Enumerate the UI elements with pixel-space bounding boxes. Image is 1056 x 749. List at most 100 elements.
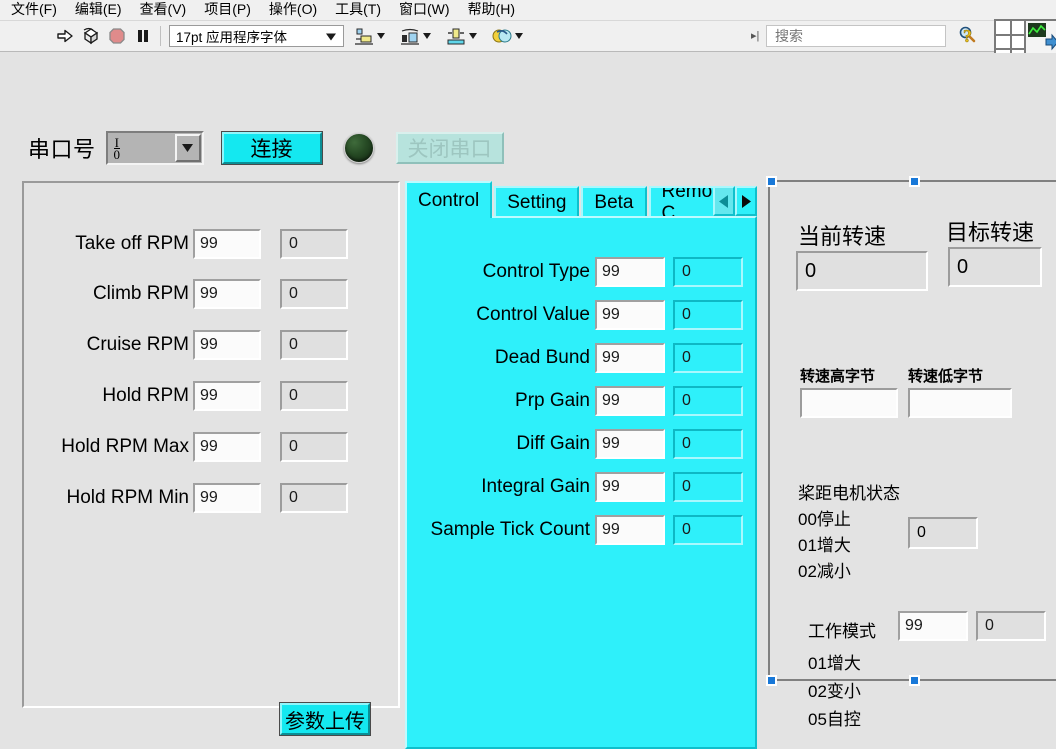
rpm-low-byte-indicator [908, 388, 1012, 418]
menu-file[interactable]: 文件(F) [2, 0, 66, 20]
row-sample-tick-count: Sample Tick Count 99 0 [413, 515, 743, 545]
label-control-type: Control Type [482, 261, 590, 282]
menu-project[interactable]: 项目(P) [195, 0, 260, 20]
current-rpm-indicator: 0 [796, 251, 928, 291]
serial-port-dropdown-button[interactable] [174, 134, 201, 162]
resize-dropdown-arrow-icon[interactable] [468, 25, 477, 47]
work-mode-indicator: 0 [976, 611, 1046, 641]
tab-next-arrow-icon[interactable] [735, 186, 757, 216]
distribute-objects-icon[interactable] [398, 24, 422, 48]
tab-beta-page[interactable]: Beta [581, 186, 647, 218]
pitch-motor-option-increase: 01增大 [798, 536, 851, 555]
work-mode-label: 工作模式 [808, 622, 876, 641]
input-cruise-rpm[interactable]: 99 [193, 330, 261, 360]
reorder-objects-icon[interactable] [490, 24, 514, 48]
menu-operate[interactable]: 操作(O) [260, 0, 326, 20]
input-prp-gain[interactable]: 99 [595, 386, 665, 416]
label-hold-rpm-max: Hold RPM Max [61, 436, 189, 457]
selection-handle-top-center[interactable] [909, 176, 920, 187]
label-take-off-rpm: Take off RPM [75, 233, 189, 254]
selection-handle-bottom-left[interactable] [766, 675, 777, 686]
menu-help[interactable]: 帮助(H) [459, 0, 524, 20]
menu-window[interactable]: 窗口(W) [390, 0, 459, 20]
font-selector[interactable]: 17pt 应用程序字体 [169, 25, 344, 47]
selection-edge-left [768, 180, 770, 680]
tab-page-control: Control Type 99 0 Control Value 99 0 Dea… [405, 216, 757, 749]
input-dead-bund[interactable]: 99 [595, 343, 665, 373]
indicator-control-value: 0 [673, 300, 743, 330]
input-hold-rpm[interactable]: 99 [193, 381, 261, 411]
input-take-off-rpm[interactable]: 99 [193, 229, 261, 259]
indicator-cruise-rpm: 0 [280, 330, 348, 360]
search-expander-icon[interactable]: ▸| [751, 29, 759, 42]
pitch-motor-option-decrease: 02减小 [798, 562, 851, 581]
target-rpm-label: 目标转速 [946, 220, 1035, 245]
menu-bar: 文件(F) 编辑(E) 查看(V) 项目(P) 操作(O) 工具(T) 窗口(W… [0, 0, 1056, 21]
connection-led[interactable] [343, 133, 374, 163]
io-refnum-glyph-icon: I0 [113, 134, 121, 162]
menu-tools[interactable]: 工具(T) [326, 0, 390, 20]
indicator-climb-rpm: 0 [280, 279, 348, 309]
input-hold-rpm-min[interactable]: 99 [193, 483, 261, 513]
tab-setting-page[interactable]: Setting [494, 186, 580, 218]
abort-execution-icon[interactable] [105, 24, 129, 48]
label-dead-bund: Dead Bund [494, 347, 590, 368]
input-integral-gain[interactable]: 99 [595, 472, 665, 502]
close-serial-button-label: 关闭串口 [407, 138, 492, 161]
search-input[interactable] [767, 27, 958, 45]
tab-control-label: Control [418, 189, 480, 211]
input-climb-rpm[interactable]: 99 [193, 279, 261, 309]
indicator-sample-tick-count: 0 [673, 515, 743, 545]
selection-handle-bottom-center[interactable] [909, 675, 920, 686]
rpm-high-byte-label: 转速高字节 [800, 368, 876, 385]
selection-handle-top-left[interactable] [766, 176, 777, 187]
pitch-motor-status-indicator: 0 [908, 517, 978, 549]
run-arrow-icon[interactable] [53, 24, 77, 48]
work-mode-input[interactable]: 99 [898, 611, 968, 641]
svg-text:?: ? [963, 26, 972, 46]
indicator-prp-gain: 0 [673, 386, 743, 416]
font-selector-value: 17pt 应用程序字体 [176, 30, 288, 45]
connect-button[interactable]: 连接 [220, 131, 323, 165]
chevron-down-icon [326, 29, 336, 44]
label-integral-gain: Integral Gain [481, 476, 590, 497]
tab-control-page[interactable]: Control [405, 181, 493, 218]
row-diff-gain: Diff Gain 99 0 [413, 429, 743, 459]
rpm-low-byte-label: 转速低字节 [908, 368, 984, 385]
resize-objects-group[interactable] [443, 24, 482, 48]
tab-prev-arrow-icon[interactable] [713, 186, 735, 216]
reorder-objects-group[interactable] [489, 24, 528, 48]
parameter-upload-label: 参数上传 [285, 710, 365, 733]
tab-nav-buttons [713, 186, 757, 216]
pause-icon[interactable] [131, 24, 155, 48]
align-objects-icon[interactable] [352, 24, 376, 48]
menu-edit[interactable]: 编辑(E) [66, 0, 131, 20]
distribute-objects-group[interactable] [397, 24, 436, 48]
label-diff-gain: Diff Gain [516, 433, 590, 454]
toolbar: 17pt 应用程序字体 ▸| 搜索 ? [0, 19, 1056, 65]
input-control-type[interactable]: 99 [595, 257, 665, 287]
reorder-dropdown-arrow-icon[interactable] [514, 25, 523, 47]
indicator-control-type: 0 [673, 257, 743, 287]
input-control-value[interactable]: 99 [595, 300, 665, 330]
label-hold-rpm-min: Hold RPM Min [66, 487, 189, 508]
row-control-type: Control Type 99 0 [413, 257, 743, 287]
row-climb-rpm: Climb RPM 99 0 [34, 279, 348, 309]
serial-port-refnum-control[interactable]: I0 [105, 131, 204, 165]
input-sample-tick-count[interactable]: 99 [595, 515, 665, 545]
menu-view[interactable]: 查看(V) [131, 0, 196, 20]
input-diff-gain[interactable]: 99 [595, 429, 665, 459]
align-objects-group[interactable] [351, 24, 390, 48]
align-dropdown-arrow-icon[interactable] [376, 25, 385, 47]
input-hold-rpm-max[interactable]: 99 [193, 432, 261, 462]
front-panel-canvas: 串口号 I0 连接 关闭串口 Take off RPM 99 0 Climb R… [0, 53, 1056, 749]
search-box[interactable]: ▸| [751, 25, 976, 47]
close-serial-button[interactable]: 关闭串口 [395, 132, 504, 164]
question-mark-help-icon[interactable]: ? [960, 26, 978, 51]
work-mode-option-auto: 05自控 [808, 710, 861, 729]
run-continuously-icon[interactable] [79, 24, 103, 48]
distribute-dropdown-arrow-icon[interactable] [422, 25, 431, 47]
resize-objects-icon[interactable] [444, 24, 468, 48]
indicator-hold-rpm: 0 [280, 381, 348, 411]
tab-strip: Control Setting Beta Remote C [405, 181, 757, 218]
